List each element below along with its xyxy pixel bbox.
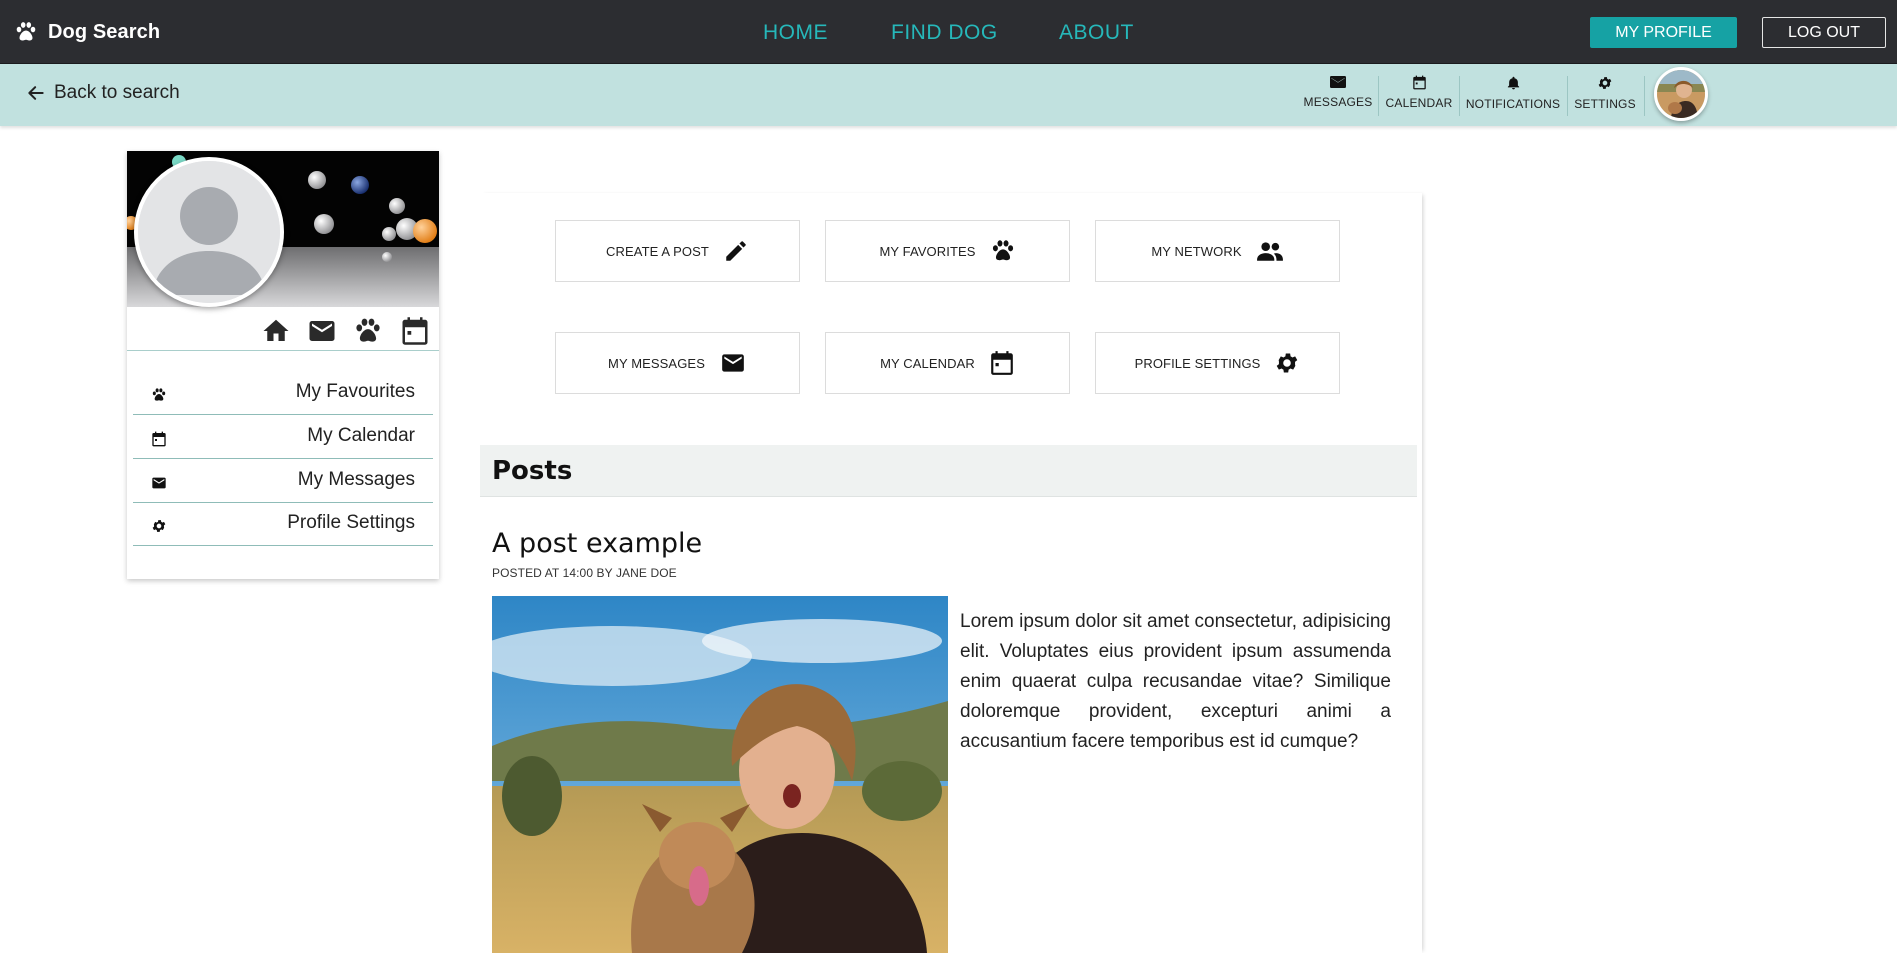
posts-heading: Posts	[492, 456, 573, 486]
my-favorites-button[interactable]: MY FAVORITES	[825, 220, 1070, 282]
toolbar-messages-label: MESSAGES	[1303, 95, 1373, 109]
my-messages-button[interactable]: MY MESSAGES	[555, 332, 800, 394]
gear-icon	[1597, 75, 1613, 91]
envelope-icon	[1330, 75, 1346, 89]
toolbar-calendar[interactable]: CALENDAR	[1386, 75, 1452, 117]
gear-icon	[151, 518, 167, 534]
quick-action-label: MY FAVORITES	[879, 243, 976, 259]
menu-item-profile-settings[interactable]: Profile Settings	[133, 503, 433, 546]
main-content: CREATE A POST MY FAVORITES MY NETWORK MY…	[480, 193, 1422, 953]
top-navbar: Dog Search HOME FIND DOG ABOUT MY PROFIL…	[0, 0, 1897, 64]
back-label: Back to search	[54, 82, 180, 103]
quick-action-label: MY CALENDAR	[880, 355, 975, 371]
envelope-icon	[719, 350, 747, 376]
posts-header: Posts	[480, 445, 1417, 497]
toolbar-calendar-label: CALENDAR	[1385, 96, 1453, 110]
brand-name: Dog Search	[48, 20, 161, 43]
user-avatar[interactable]	[1654, 67, 1708, 121]
toolbar-settings[interactable]: SETTINGS	[1574, 75, 1636, 117]
nav-about[interactable]: ABOUT	[1059, 21, 1134, 45]
arrow-left-icon	[26, 83, 46, 103]
profile-settings-button[interactable]: PROFILE SETTINGS	[1095, 332, 1340, 394]
toolbar-divider	[1644, 76, 1645, 116]
nav-find-dog[interactable]: FIND DOG	[891, 21, 998, 45]
gear-icon	[1274, 350, 1300, 376]
envelope-icon	[151, 475, 167, 491]
quick-action-label: MY MESSAGES	[608, 355, 705, 371]
paw-icon[interactable]	[353, 316, 383, 346]
menu-item-my-calendar[interactable]: My Calendar	[133, 416, 433, 459]
toolbar-divider	[1567, 76, 1568, 116]
people-icon	[1256, 238, 1284, 264]
toolbar-settings-label: SETTINGS	[1574, 97, 1636, 111]
profile-card-icon-row	[127, 313, 439, 351]
toolbar-divider	[1459, 76, 1460, 116]
sub-toolbar: Back to search MESSAGES CALENDAR NOTIFIC…	[0, 64, 1897, 126]
toolbar-messages[interactable]: MESSAGES	[1304, 75, 1372, 117]
post-title[interactable]: A post example	[492, 528, 702, 559]
nav-home[interactable]: HOME	[763, 21, 828, 45]
menu-item-my-favourites[interactable]: My Favourites	[133, 372, 433, 415]
back-to-search-link[interactable]: Back to search	[26, 82, 180, 104]
calendar-icon[interactable]	[400, 316, 430, 346]
bell-icon	[1506, 75, 1521, 91]
quick-action-label: CREATE A POST	[606, 243, 709, 259]
my-calendar-button[interactable]: MY CALENDAR	[825, 332, 1070, 394]
paw-icon	[13, 20, 39, 44]
post-body: Lorem ipsum dolor sit amet consectetur, …	[960, 611, 1391, 752]
paw-icon	[151, 387, 167, 403]
post-meta: POSTED AT 14:00 BY JANE DOE	[492, 566, 677, 580]
menu-item-label: Profile Settings	[287, 512, 415, 533]
envelope-icon[interactable]	[307, 316, 337, 346]
post-image	[492, 596, 948, 953]
log-out-button[interactable]: LOG OUT	[1762, 17, 1886, 48]
toolbar-notifications[interactable]: NOTIFICATIONS	[1465, 75, 1561, 117]
home-icon[interactable]	[261, 316, 291, 346]
profile-picture[interactable]	[134, 157, 284, 307]
calendar-icon	[989, 350, 1015, 376]
calendar-icon	[1412, 75, 1427, 90]
create-post-button[interactable]: CREATE A POST	[555, 220, 800, 282]
my-network-button[interactable]: MY NETWORK	[1095, 220, 1340, 282]
toolbar-divider	[1378, 76, 1379, 116]
menu-item-label: My Favourites	[295, 381, 415, 402]
pencil-icon	[723, 238, 749, 264]
menu-item-label: My Calendar	[307, 425, 415, 446]
brand-logo[interactable]: Dog Search	[13, 20, 160, 44]
menu-item-my-messages[interactable]: My Messages	[133, 460, 433, 503]
my-profile-button[interactable]: MY PROFILE	[1590, 17, 1737, 48]
quick-action-label: MY NETWORK	[1151, 243, 1242, 259]
quick-action-label: PROFILE SETTINGS	[1134, 355, 1261, 371]
calendar-icon	[151, 431, 167, 447]
toolbar-notifications-label: NOTIFICATIONS	[1465, 97, 1561, 111]
menu-item-label: My Messages	[297, 469, 415, 490]
paw-icon	[990, 238, 1016, 264]
